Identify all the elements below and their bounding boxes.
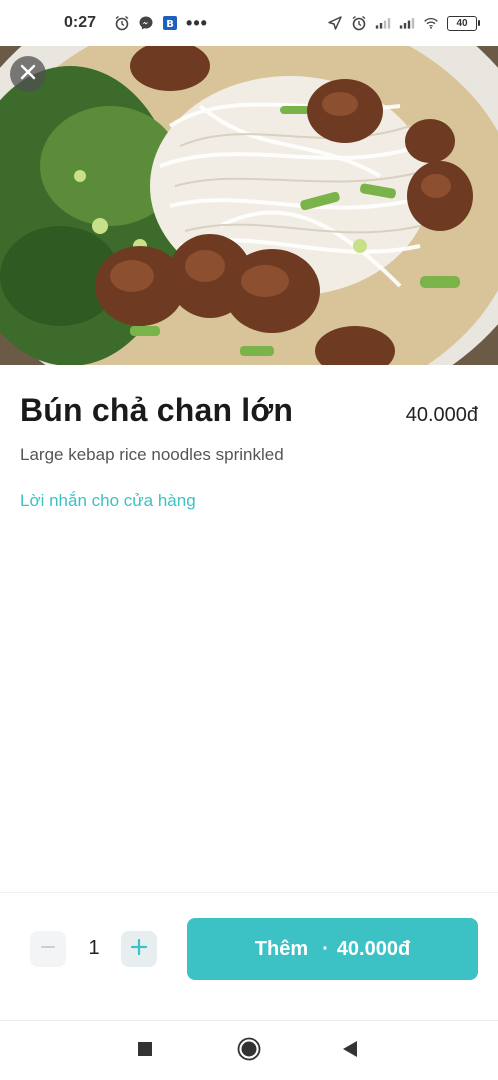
add-to-cart-button[interactable]: Thêm · 40.000đ — [187, 918, 478, 980]
quantity-value: 1 — [88, 937, 100, 959]
product-price: 40.000đ — [405, 404, 478, 426]
system-navigation-bar — [0, 1020, 498, 1080]
more-notifications-icon: ••• — [186, 12, 208, 33]
close-button[interactable] — [10, 56, 46, 92]
status-bar-right: 40 — [327, 15, 480, 31]
increase-quantity-button[interactable] — [121, 931, 157, 967]
square-icon — [137, 1041, 153, 1062]
recents-button[interactable] — [133, 1039, 157, 1063]
wifi-icon — [423, 15, 439, 31]
plus-icon — [130, 938, 148, 961]
svg-text:B: B — [166, 19, 174, 30]
product-image — [0, 46, 498, 365]
product-title-row: Bún chả chan lớn 40.000đ — [20, 392, 478, 429]
note-to-store-link[interactable]: Lời nhắn cho cửa hàng — [20, 491, 478, 511]
minus-icon — [40, 939, 56, 960]
close-icon — [19, 63, 37, 86]
status-time: 0:27 — [64, 14, 97, 31]
app-notification-icon: B — [162, 15, 178, 31]
product-detail-screen: 0:27 B ••• 40 Bún chả chan lớn 40.000đ L… — [0, 0, 498, 1080]
back-button[interactable] — [338, 1039, 362, 1063]
product-description: Large kebap rice noodles sprinkled — [20, 445, 284, 464]
status-bar: 0:27 B ••• 40 — [0, 0, 498, 46]
signal-icon — [375, 15, 391, 31]
alarm-icon — [351, 15, 367, 31]
add-button-label: Thêm — [254, 937, 309, 960]
alarm-icon — [114, 15, 130, 31]
home-button[interactable] — [237, 1037, 261, 1066]
product-name: Bún chả chan lớn — [20, 392, 294, 428]
messenger-icon — [138, 15, 154, 31]
status-bar-left: 0:27 B ••• — [64, 13, 327, 34]
add-button-separator: · — [322, 937, 329, 960]
add-button-total: 40.000đ — [336, 937, 411, 960]
battery-level: 40 — [447, 15, 477, 31]
signal-icon — [399, 15, 415, 31]
location-icon — [327, 15, 343, 31]
circle-icon — [237, 1037, 261, 1066]
product-info: Bún chả chan lớn 40.000đ Large kebap ric… — [20, 392, 478, 511]
decrease-quantity-button[interactable] — [30, 931, 66, 967]
bottom-divider — [0, 892, 498, 893]
triangle-back-icon — [342, 1040, 358, 1063]
battery-icon: 40 — [447, 15, 480, 31]
